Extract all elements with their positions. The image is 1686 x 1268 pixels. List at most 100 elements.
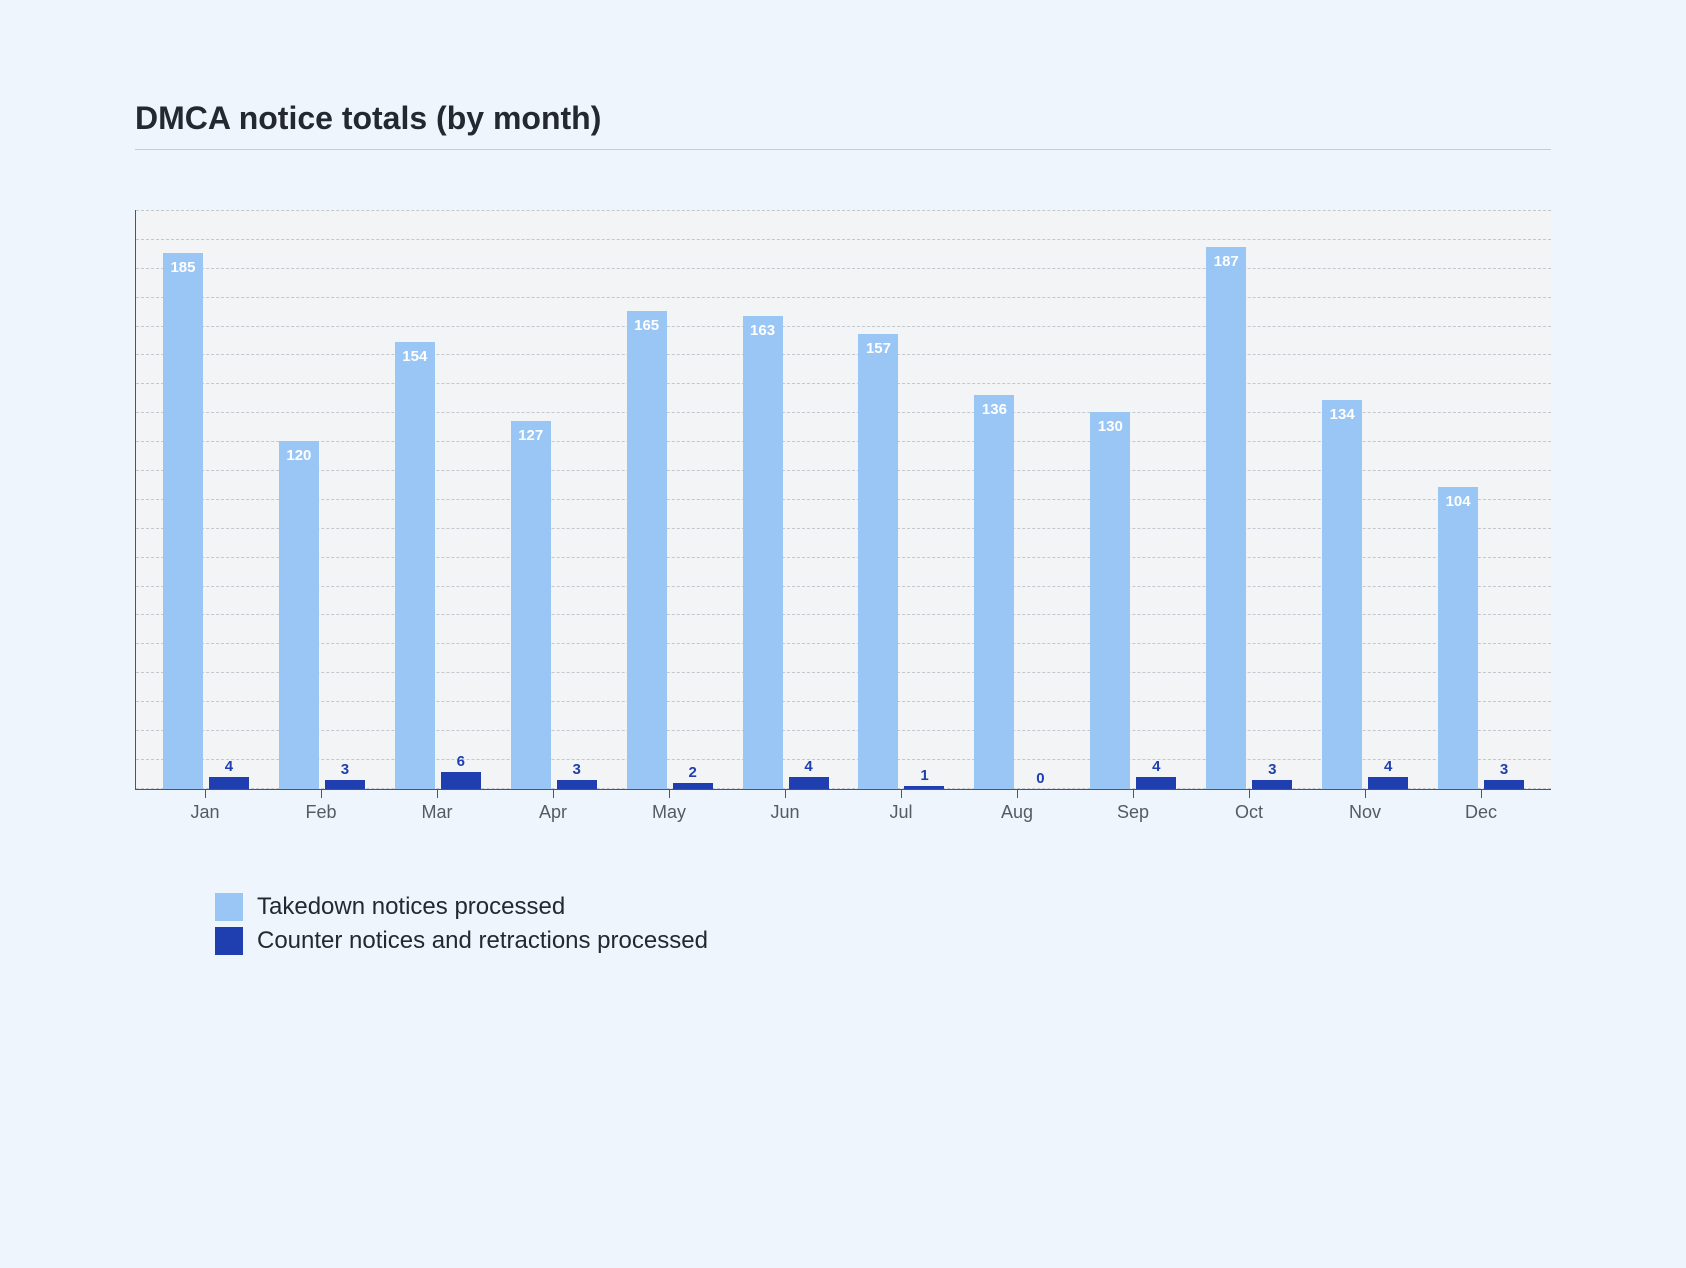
bar-counter: 4 — [1136, 777, 1176, 789]
bar-group: 1546 — [380, 342, 496, 789]
tick-mark-icon — [669, 790, 670, 798]
bar-value-label: 4 — [1152, 758, 1160, 775]
x-tick-label: Jul — [889, 802, 912, 822]
bar-counter: 4 — [1368, 777, 1408, 789]
chart-container: 1854120315461273165216341571136013041873… — [135, 210, 1551, 823]
bar-takedown: 127 — [511, 421, 551, 789]
x-tick-label: Sep — [1117, 802, 1149, 822]
bar-group: 1634 — [728, 316, 844, 789]
x-axis: Jan Feb Mar Apr May Jun Jul Aug Sep Oct Nov Dec — [135, 800, 1551, 823]
bar-group: 1854 — [148, 253, 264, 790]
x-tick-label: Feb — [305, 802, 336, 822]
tick-mark-icon — [205, 790, 206, 798]
bar-counter: 4 — [209, 777, 249, 789]
tick-mark-icon — [901, 790, 902, 798]
x-tick-label: Jun — [770, 802, 799, 822]
bar-counter: 3 — [557, 780, 597, 789]
bar-group: 120 3 — [264, 441, 380, 789]
bar-group: 104 3 — [1423, 487, 1539, 789]
tick-mark-icon — [785, 790, 786, 798]
bar-group: 130 4 — [1075, 412, 1191, 789]
bar-counter: 4 — [789, 777, 829, 789]
tick-mark-icon — [1133, 790, 1134, 798]
bar-value-label: 3 — [573, 761, 581, 778]
legend-item-takedown: Takedown notices processed — [215, 893, 1551, 921]
tick-mark-icon — [553, 790, 554, 798]
x-tick: Apr — [495, 800, 611, 823]
plot-area: 1854120315461273165216341571136013041873… — [135, 210, 1551, 790]
legend-item-counter: Counter notices and retractions processe… — [215, 927, 1551, 955]
bars-row: 1854120315461273165216341571136013041873… — [136, 210, 1551, 789]
bar-value-label: 2 — [688, 764, 696, 781]
bar-counter: 3 — [1484, 780, 1524, 789]
bar-takedown: 185 — [163, 253, 203, 790]
bar-counter: 1 — [904, 786, 944, 789]
x-tick-label: Oct — [1235, 802, 1263, 822]
bar-value-label: 185 — [170, 259, 195, 276]
legend-label: Counter notices and retractions processe… — [257, 927, 708, 955]
bar-value-label: 4 — [225, 758, 233, 775]
x-tick-label: Aug — [1001, 802, 1033, 822]
x-tick: Aug — [959, 800, 1075, 823]
bar-value-label: 157 — [866, 340, 891, 357]
bar-value-label: 4 — [1384, 758, 1392, 775]
legend: Takedown notices processed Counter notic… — [135, 893, 1551, 955]
bar-takedown: 120 — [279, 441, 319, 789]
bar-group: 134 4 — [1307, 400, 1423, 789]
bar-value-label: 3 — [1500, 761, 1508, 778]
legend-swatch-icon — [215, 893, 243, 921]
legend-label: Takedown notices processed — [257, 893, 565, 921]
x-tick: Mar — [379, 800, 495, 823]
x-tick: Nov — [1307, 800, 1423, 823]
x-tick: Jan — [147, 800, 263, 823]
bar-takedown: 136 — [974, 395, 1014, 789]
bar-value-label: 1 — [920, 767, 928, 784]
bar-value-label: 127 — [518, 427, 543, 444]
tick-mark-icon — [321, 790, 322, 798]
bar-takedown: 130 — [1090, 412, 1130, 789]
bar-counter: 6 — [441, 772, 481, 789]
tick-mark-icon — [1017, 790, 1018, 798]
bar-group: 1652 — [612, 311, 728, 790]
bar-value-label: 120 — [286, 447, 311, 464]
bar-group: 1873 — [1191, 247, 1307, 789]
bar-takedown: 165 — [627, 311, 667, 790]
x-tick-label: Apr — [539, 802, 567, 822]
bar-value-label: 136 — [982, 401, 1007, 418]
x-tick-label: Dec — [1465, 802, 1497, 822]
bar-group: 1571 — [844, 334, 960, 789]
bar-value-label: 165 — [634, 317, 659, 334]
legend-swatch-icon — [215, 927, 243, 955]
bar-value-label: 6 — [457, 753, 465, 770]
bar-takedown: 134 — [1322, 400, 1362, 789]
bar-group: 136 0 — [959, 395, 1075, 789]
tick-mark-icon — [1249, 790, 1250, 798]
bar-value-label: 104 — [1446, 493, 1471, 510]
bar-takedown: 163 — [743, 316, 783, 789]
x-tick-label: Jan — [190, 802, 219, 822]
bar-group: 127 3 — [496, 421, 612, 789]
x-tick-label: Mar — [422, 802, 453, 822]
bar-value-label: 130 — [1098, 418, 1123, 435]
bar-counter: 2 — [673, 783, 713, 789]
bar-counter: 3 — [325, 780, 365, 789]
x-tick: Jul — [843, 800, 959, 823]
bar-value-label: 163 — [750, 322, 775, 339]
bar-takedown: 157 — [858, 334, 898, 789]
bar-value-label: 4 — [804, 758, 812, 775]
bar-value-label: 0 — [1036, 770, 1044, 787]
bar-value-label: 3 — [341, 761, 349, 778]
x-tick: Dec — [1423, 800, 1539, 823]
bar-takedown: 104 — [1438, 487, 1478, 789]
bar-takedown: 187 — [1206, 247, 1246, 789]
bar-value-label: 187 — [1214, 253, 1239, 270]
x-tick-label: Nov — [1349, 802, 1381, 822]
chart-title: DMCA notice totals (by month) — [135, 100, 1551, 150]
tick-mark-icon — [437, 790, 438, 798]
bar-takedown: 154 — [395, 342, 435, 789]
x-tick: Sep — [1075, 800, 1191, 823]
tick-mark-icon — [1365, 790, 1366, 798]
x-tick-label: May — [652, 802, 686, 822]
bar-value-label: 154 — [402, 348, 427, 365]
tick-mark-icon — [1481, 790, 1482, 798]
